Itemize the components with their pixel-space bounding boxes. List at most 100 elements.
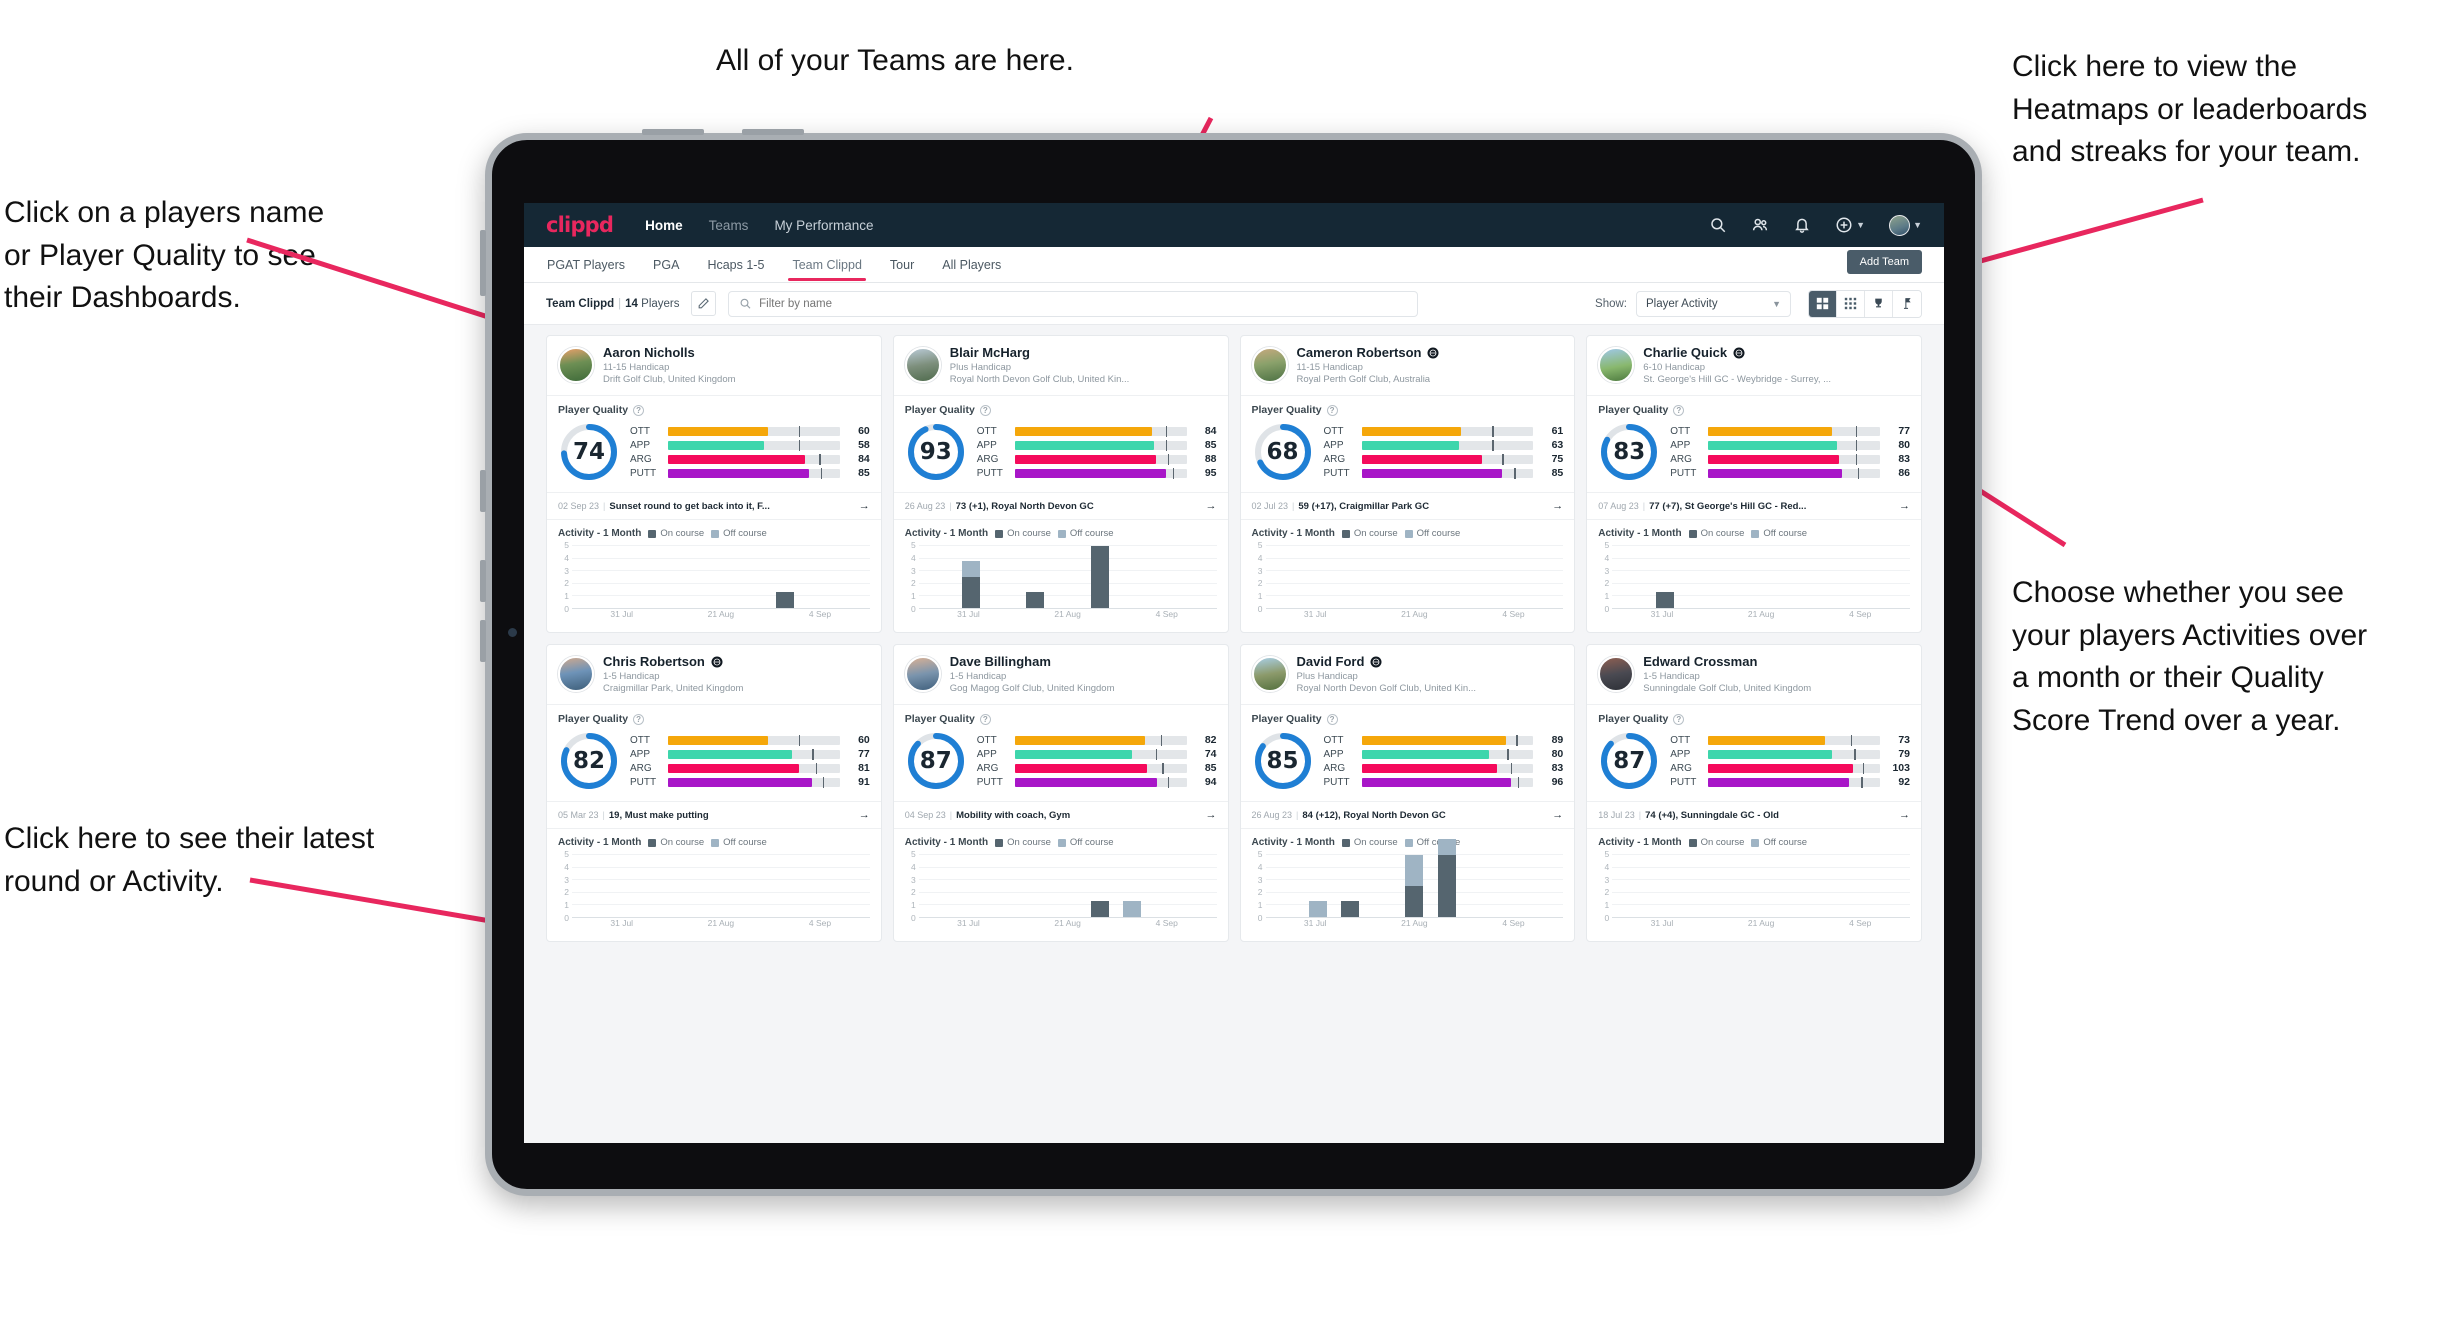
latest-round-row[interactable]: 07 Aug 23 | 77 (+7), St George's Hill GC… (1587, 493, 1921, 520)
view-heatmap-button[interactable] (1893, 290, 1921, 317)
arrow-right-icon[interactable]: → (859, 809, 870, 821)
activity-bar[interactable] (1437, 839, 1456, 917)
activity-bar[interactable] (962, 561, 981, 608)
latest-round-row[interactable]: 18 Jul 23 | 74 (+4), Sunningdale GC - Ol… (1587, 802, 1921, 829)
player-avatar[interactable] (1251, 347, 1288, 383)
help-icon[interactable]: ? (633, 404, 645, 416)
view-leaderboard-button[interactable] (1865, 290, 1893, 317)
activity-bar[interactable] (776, 592, 795, 608)
arrow-right-icon[interactable]: → (1899, 809, 1910, 821)
player-card[interactable]: David Ford Plus Handicap Royal North Dev… (1239, 644, 1576, 942)
player-quality-section[interactable]: Player Quality ? 82 OTT 60 APP 77 ARG 81… (547, 705, 881, 802)
player-card-header[interactable]: Chris Robertson 1-5 Handicap Craigmillar… (547, 645, 881, 705)
player-name[interactable]: David Ford (1297, 654, 1365, 669)
edit-team-button[interactable] (690, 291, 716, 316)
tab-pgat-players[interactable]: PGAT Players (546, 249, 626, 281)
search-input[interactable] (759, 297, 1407, 310)
player-name[interactable]: Edward Crossman (1643, 654, 1757, 669)
activity-bar[interactable] (1026, 592, 1045, 608)
help-icon[interactable]: ? (1326, 713, 1338, 725)
player-card-header[interactable]: Aaron Nicholls 11-15 Handicap Drift Golf… (547, 336, 881, 396)
player-avatar[interactable] (1598, 347, 1635, 383)
player-name-row[interactable]: Blair McHarg (950, 345, 1130, 360)
tab-hcaps-1-5[interactable]: Hcaps 1-5 (706, 249, 765, 281)
player-quality-section[interactable]: Player Quality ? 93 OTT 84 APP 85 ARG 88… (893, 396, 1228, 493)
player-card-header[interactable]: Edward Crossman 1-5 Handicap Sunningdale… (1587, 645, 1921, 705)
avatar[interactable] (1889, 214, 1911, 236)
player-avatar[interactable] (558, 347, 594, 383)
tab-pga[interactable]: PGA (652, 249, 680, 281)
activity-bar[interactable] (1655, 592, 1674, 608)
latest-round-row[interactable]: 02 Jul 23 | 59 (+17), Craigmillar Park G… (1240, 493, 1575, 520)
player-name[interactable]: Dave Billingham (950, 654, 1051, 669)
search-icon[interactable] (1709, 216, 1727, 234)
player-avatar[interactable] (904, 347, 941, 383)
help-icon[interactable]: ? (633, 713, 645, 725)
view-grid-small-button[interactable] (1837, 290, 1865, 317)
activity-bar[interactable] (1122, 901, 1141, 917)
help-icon[interactable]: ? (1326, 404, 1338, 416)
activity-bar[interactable] (1340, 901, 1359, 917)
latest-round-row[interactable]: 02 Sep 23 | Sunset round to get back int… (547, 493, 881, 520)
tab-team-clippd[interactable]: Team Clippd (788, 249, 867, 281)
help-icon[interactable]: ? (979, 713, 991, 725)
help-icon[interactable]: ? (1673, 404, 1685, 416)
player-name[interactable]: Cameron Robertson (1297, 345, 1422, 360)
view-grid-large-button[interactable] (1809, 290, 1837, 317)
arrow-right-icon[interactable]: → (1552, 500, 1563, 512)
search-container[interactable] (727, 290, 1418, 317)
help-icon[interactable]: ? (1673, 713, 1685, 725)
player-quality-section[interactable]: Player Quality ? 87 OTT 73 APP 79 ARG 10… (1587, 705, 1921, 802)
player-name-row[interactable]: Aaron Nicholls (603, 345, 736, 360)
player-name[interactable]: Charlie Quick (1643, 345, 1727, 360)
player-avatar[interactable] (1251, 656, 1288, 692)
latest-round-row[interactable]: 26 Aug 23 | 73 (+1), Royal North Devon G… (893, 493, 1228, 520)
activity-bar[interactable] (1308, 901, 1327, 917)
latest-round-row[interactable]: 04 Sep 23 | Mobility with coach, Gym → (893, 802, 1228, 829)
activity-bar[interactable] (1090, 901, 1109, 917)
add-menu[interactable]: ▼ (1835, 216, 1865, 234)
player-name-row[interactable]: David Ford (1297, 654, 1477, 669)
latest-round-row[interactable]: 26 Aug 23 | 84 (+12), Royal North Devon … (1240, 802, 1575, 829)
player-avatar[interactable] (904, 656, 941, 692)
player-quality-section[interactable]: Player Quality ? 85 OTT 89 APP 80 ARG 83… (1240, 705, 1575, 802)
latest-round-row[interactable]: 05 Mar 23 | 19, Must make putting → (547, 802, 881, 829)
player-quality-section[interactable]: Player Quality ? 83 OTT 77 APP 80 ARG 83… (1587, 396, 1921, 493)
plus-circle-icon[interactable] (1835, 216, 1853, 234)
player-name-row[interactable]: Dave Billingham (950, 654, 1115, 669)
player-avatar[interactable] (1598, 656, 1635, 692)
arrow-right-icon[interactable]: → (859, 500, 870, 512)
show-select[interactable]: Player Activity ▼ (1636, 290, 1791, 317)
player-card[interactable]: Edward Crossman 1-5 Handicap Sunningdale… (1586, 644, 1922, 942)
arrow-right-icon[interactable]: → (1206, 500, 1217, 512)
nav-link-home[interactable]: Home (645, 218, 683, 233)
player-name-row[interactable]: Chris Robertson (603, 654, 743, 669)
player-quality-section[interactable]: Player Quality ? 74 OTT 60 APP 58 ARG 84… (547, 396, 881, 493)
arrow-right-icon[interactable]: → (1899, 500, 1910, 512)
player-card-header[interactable]: Blair McHarg Plus Handicap Royal North D… (893, 336, 1228, 396)
player-name-row[interactable]: Charlie Quick (1643, 345, 1831, 360)
tab-all-players[interactable]: All Players (941, 249, 1002, 281)
player-name[interactable]: Aaron Nicholls (603, 345, 695, 360)
player-card-header[interactable]: Cameron Robertson 11-15 Handicap Royal P… (1240, 336, 1575, 396)
arrow-right-icon[interactable]: → (1206, 809, 1217, 821)
clippd-logo[interactable]: clippd (546, 213, 614, 237)
player-card-header[interactable]: Dave Billingham 1-5 Handicap Gog Magog G… (893, 645, 1228, 705)
player-name[interactable]: Chris Robertson (603, 654, 705, 669)
people-icon[interactable] (1751, 216, 1769, 234)
player-card[interactable]: Dave Billingham 1-5 Handicap Gog Magog G… (892, 644, 1229, 942)
player-quality-section[interactable]: Player Quality ? 68 OTT 61 APP 63 ARG 75… (1240, 396, 1575, 493)
player-card-header[interactable]: David Ford Plus Handicap Royal North Dev… (1240, 645, 1575, 705)
activity-bar[interactable] (1090, 545, 1109, 608)
help-icon[interactable]: ? (979, 404, 991, 416)
player-name[interactable]: Blair McHarg (950, 345, 1030, 360)
activity-bar[interactable] (1405, 854, 1424, 917)
player-avatar[interactable] (558, 656, 594, 692)
nav-link-my-performance[interactable]: My Performance (774, 218, 873, 233)
player-name-row[interactable]: Cameron Robertson (1297, 345, 1440, 360)
player-card[interactable]: Blair McHarg Plus Handicap Royal North D… (892, 335, 1229, 633)
nav-link-teams[interactable]: Teams (709, 218, 749, 233)
add-team-button[interactable]: Add Team (1846, 250, 1922, 274)
player-card[interactable]: Aaron Nicholls 11-15 Handicap Drift Golf… (546, 335, 882, 633)
player-card-header[interactable]: Charlie Quick 6-10 Handicap St. George's… (1587, 336, 1921, 396)
